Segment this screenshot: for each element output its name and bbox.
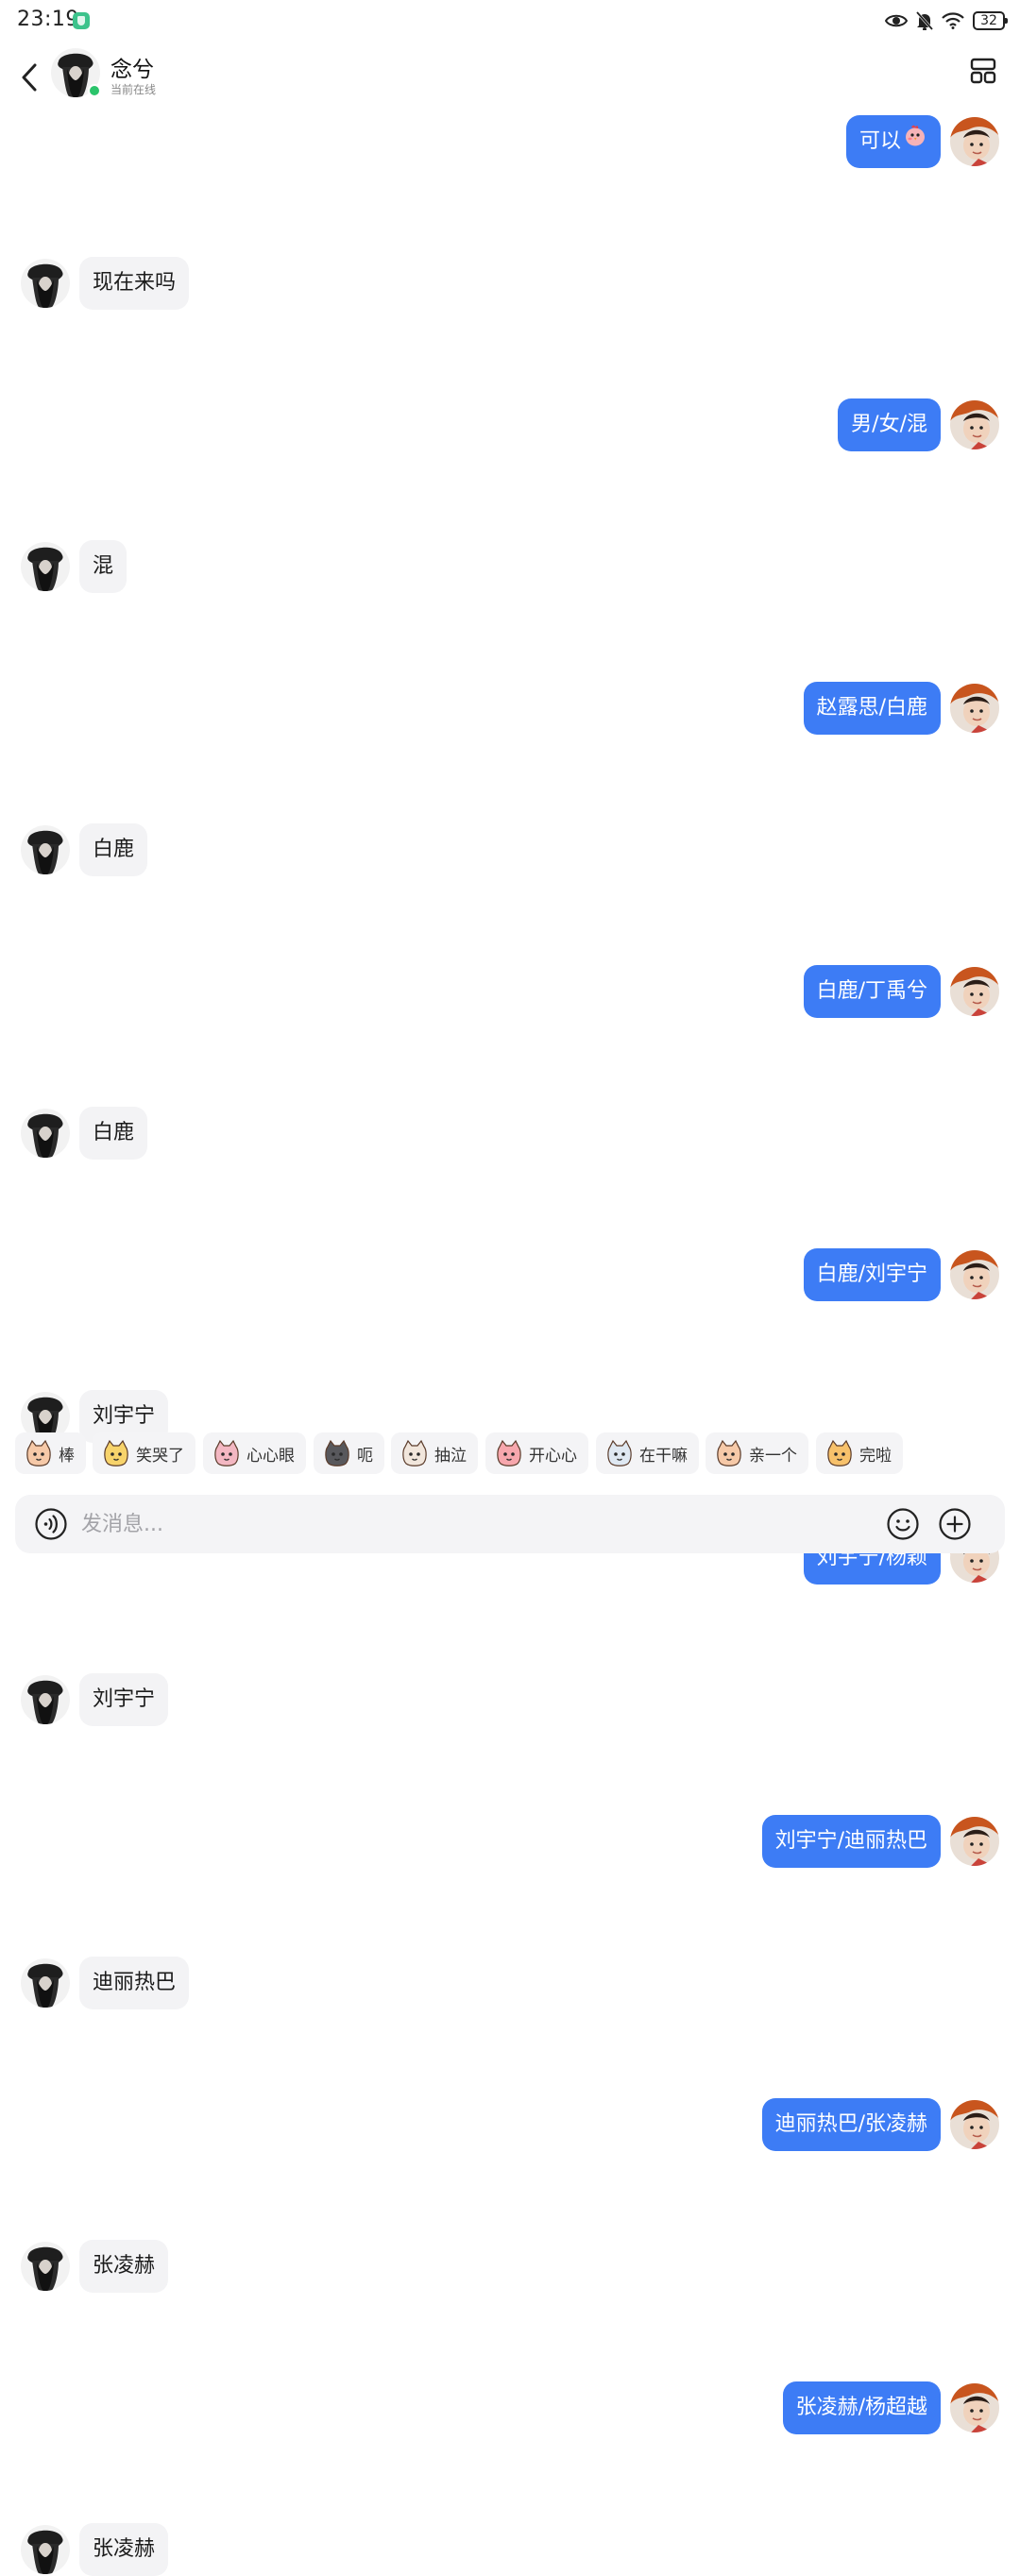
cat-sob-icon bbox=[402, 1439, 427, 1466]
app-shield-icon bbox=[73, 12, 90, 29]
status-icons: 32 bbox=[885, 8, 1008, 33]
message-text: 白鹿 bbox=[93, 838, 135, 861]
sent-message-bubble[interactable]: 迪丽热巴/张凌赫 bbox=[761, 2098, 941, 2151]
message-text: 赵露思/白鹿 bbox=[816, 696, 927, 720]
received-message-bubble[interactable]: 张凌赫 bbox=[79, 2523, 169, 2576]
emoji-suggestion-bar: 棒 笑哭了 心心眼 呃 抽泣 开心心 在干嘛 亲一个 完啦 bbox=[15, 1432, 1020, 1476]
sent-message-bubble[interactable]: 白鹿/丁禹兮 bbox=[803, 965, 941, 1018]
message-text: 迪丽热巴 bbox=[93, 1971, 177, 1994]
cat-thumbs-up-icon bbox=[26, 1439, 51, 1466]
received-message-bubble[interactable]: 现在来吗 bbox=[79, 257, 190, 310]
emoji-suggestion-chip[interactable]: 亲一个 bbox=[706, 1432, 808, 1474]
sent-message-bubble[interactable]: 赵露思/白鹿 bbox=[803, 682, 941, 735]
contact-status: 当前在线 bbox=[110, 83, 157, 96]
sent-message-bubble[interactable]: 刘宇宁/迪丽热巴 bbox=[761, 1815, 941, 1868]
message-text: 男/女/混 bbox=[851, 413, 927, 436]
contact-avatar[interactable] bbox=[21, 825, 70, 874]
cat-speechless-icon bbox=[325, 1439, 349, 1466]
received-message-bubble[interactable]: 迪丽热巴 bbox=[79, 1957, 190, 2009]
contact-avatar[interactable] bbox=[21, 1675, 70, 1724]
emoji-suggestion-label: 心心眼 bbox=[246, 1446, 295, 1466]
emoji-suggestion-label: 亲一个 bbox=[749, 1446, 797, 1466]
sent-message-bubble[interactable]: 男/女/混 bbox=[838, 398, 941, 451]
emoji-suggestion-label: 在干嘛 bbox=[639, 1446, 688, 1466]
battery-icon: 32 bbox=[973, 11, 1008, 30]
message-text: 张凌赫/杨超越 bbox=[795, 2396, 927, 2419]
my-avatar[interactable] bbox=[950, 2100, 999, 2149]
cat-happy-heart-icon bbox=[497, 1439, 521, 1466]
message-text: 白鹿 bbox=[93, 1121, 135, 1144]
message-text: 刘宇宁 bbox=[93, 1687, 156, 1711]
message-text: 迪丽热巴/张凌赫 bbox=[774, 2112, 927, 2136]
message-text: 刘宇宁/迪丽热巴 bbox=[774, 1829, 927, 1853]
message-text: 可以 bbox=[858, 129, 901, 153]
emoji-suggestion-chip[interactable]: 棒 bbox=[15, 1432, 86, 1474]
chat-header: 念兮 当前在线 bbox=[0, 43, 1020, 119]
my-avatar[interactable] bbox=[950, 117, 999, 166]
sent-message-bubble[interactable]: 张凌赫/杨超越 bbox=[782, 2381, 941, 2434]
contact-avatar[interactable] bbox=[21, 2242, 70, 2291]
mute-bell-icon bbox=[916, 11, 933, 30]
emoji-suggestion-label: 笑哭了 bbox=[136, 1446, 184, 1466]
my-avatar[interactable] bbox=[950, 684, 999, 733]
emoji-suggestion-chip[interactable]: 抽泣 bbox=[391, 1432, 478, 1474]
chick-sticker-icon bbox=[903, 115, 927, 168]
contact-name: 念兮 bbox=[110, 58, 154, 82]
received-message-bubble[interactable]: 混 bbox=[79, 540, 128, 593]
emoji-icon[interactable] bbox=[886, 1507, 920, 1541]
layout-grid-icon[interactable] bbox=[969, 57, 997, 85]
received-message-bubble[interactable]: 张凌赫 bbox=[79, 2240, 169, 2293]
message-text: 现在来吗 bbox=[93, 271, 177, 295]
message-input[interactable] bbox=[81, 1504, 856, 1544]
emoji-suggestion-chip[interactable]: 完啦 bbox=[816, 1432, 903, 1474]
back-arrow-icon[interactable] bbox=[17, 59, 45, 96]
message-text: 白鹿/刘宇宁 bbox=[816, 1263, 927, 1286]
my-avatar[interactable] bbox=[950, 2383, 999, 2432]
my-avatar[interactable] bbox=[950, 1817, 999, 1866]
contact-avatar[interactable] bbox=[21, 259, 70, 308]
emoji-suggestion-chip[interactable]: 呃 bbox=[314, 1432, 384, 1474]
emoji-suggestion-label: 呃 bbox=[357, 1446, 373, 1466]
my-avatar[interactable] bbox=[950, 1250, 999, 1299]
my-avatar[interactable] bbox=[950, 967, 999, 1016]
emoji-suggestion-label: 抽泣 bbox=[434, 1446, 467, 1466]
contact-avatar[interactable] bbox=[21, 542, 70, 591]
emoji-suggestion-chip[interactable]: 开心心 bbox=[485, 1432, 588, 1474]
sent-message-bubble[interactable]: 可以 bbox=[845, 115, 941, 168]
received-message-bubble[interactable]: 白鹿 bbox=[79, 823, 148, 876]
emoji-suggestion-label: 完啦 bbox=[859, 1446, 892, 1466]
message-text: 白鹿/丁禹兮 bbox=[816, 979, 927, 1003]
eye-icon bbox=[885, 14, 908, 27]
my-avatar[interactable] bbox=[950, 400, 999, 449]
message-text: 张凌赫 bbox=[93, 2254, 156, 2278]
message-input-bar bbox=[15, 1495, 1005, 1553]
online-indicator bbox=[88, 84, 101, 97]
emoji-suggestion-chip[interactable]: 在干嘛 bbox=[596, 1432, 699, 1474]
message-text: 刘宇宁 bbox=[93, 1404, 156, 1428]
received-message-bubble[interactable]: 刘宇宁 bbox=[79, 1673, 169, 1726]
sent-message-bubble[interactable]: 白鹿/刘宇宁 bbox=[803, 1248, 941, 1301]
emoji-suggestion-chip[interactable]: 笑哭了 bbox=[93, 1432, 196, 1474]
emoji-suggestion-label: 开心心 bbox=[529, 1446, 577, 1466]
received-message-bubble[interactable]: 白鹿 bbox=[79, 1107, 148, 1160]
cat-laugh-cry-icon bbox=[104, 1439, 128, 1466]
message-text: 张凌赫 bbox=[93, 2537, 156, 2561]
cat-wondering-icon bbox=[607, 1439, 632, 1466]
contact-avatar[interactable] bbox=[21, 2525, 70, 2574]
cat-done-icon bbox=[827, 1439, 852, 1466]
contact-avatar[interactable] bbox=[21, 1958, 70, 2008]
wifi-icon bbox=[942, 12, 964, 29]
cat-kiss-icon bbox=[717, 1439, 741, 1466]
emoji-suggestion-label: 棒 bbox=[59, 1446, 75, 1466]
emoji-suggestion-chip[interactable]: 心心眼 bbox=[203, 1432, 306, 1474]
cat-heart-eyes-icon bbox=[214, 1439, 239, 1466]
status-bar: 23:19 32 bbox=[0, 0, 1020, 43]
status-time: 23:19 bbox=[17, 8, 79, 31]
message-text: 混 bbox=[93, 554, 114, 578]
contact-avatar[interactable] bbox=[21, 1109, 70, 1158]
voice-icon[interactable] bbox=[34, 1507, 68, 1541]
plus-icon[interactable] bbox=[938, 1507, 972, 1541]
